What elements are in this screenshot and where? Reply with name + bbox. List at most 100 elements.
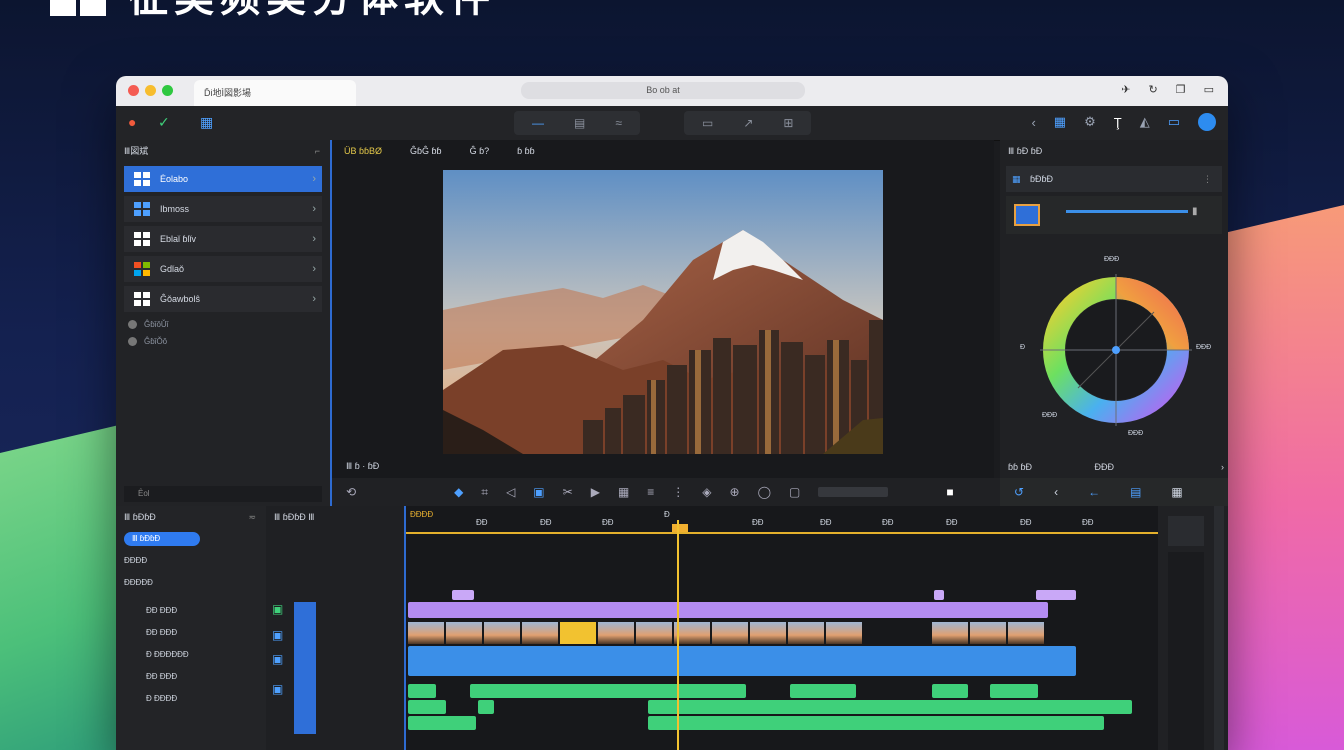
layers-icon[interactable]: ▤ — [1130, 485, 1141, 499]
undo-icon[interactable]: ← — [1088, 485, 1100, 499]
wave-tool-icon[interactable]: ≈ — [615, 116, 622, 130]
close-button[interactable] — [128, 85, 139, 96]
video-track-icon[interactable]: ▣ — [272, 602, 283, 616]
refresh-icon[interactable]: ↻ — [1149, 83, 1158, 96]
playhead[interactable] — [677, 520, 679, 750]
playhead-handle[interactable] — [672, 524, 688, 532]
music-clip[interactable] — [470, 684, 746, 698]
white-square-icon[interactable]: ■ — [946, 485, 953, 499]
title-clip[interactable] — [408, 602, 1048, 618]
inspector-row[interactable]: ▦ ɓĐɓĐ ⋮ — [1006, 166, 1222, 192]
music-clip[interactable] — [932, 684, 968, 698]
copy-icon[interactable]: ❐ — [1176, 83, 1186, 96]
media-row[interactable]: ĐĐ ĐĐĐ — [116, 622, 266, 644]
reset-icon[interactable]: ↺ — [1014, 485, 1024, 499]
music-clip[interactable] — [408, 684, 436, 698]
timeline-scrollbar[interactable] — [1214, 506, 1224, 750]
effects-icon[interactable]: ⚙ — [1084, 114, 1096, 130]
voice-clip[interactable] — [408, 716, 476, 730]
settings-icon[interactable]: ⊞ — [783, 116, 793, 130]
sfx-clip[interactable] — [648, 700, 1132, 714]
project-item-3[interactable]: Eblaǐ ɓlǐv › — [124, 226, 322, 252]
project-item-5[interactable]: Ĝǒawbolŝ › — [124, 286, 322, 312]
text-icon[interactable]: Ţ — [1114, 115, 1122, 130]
options-icon[interactable]: ⋮ — [1203, 166, 1212, 192]
chevron-right-icon[interactable]: › — [1221, 456, 1224, 478]
panel-icon[interactable]: ▭ — [1168, 114, 1180, 130]
project-subitem-1[interactable]: ĜɓǐǒǓǐ — [116, 316, 330, 333]
line-tool-icon[interactable]: — — [532, 116, 544, 130]
fullscreen-icon[interactable]: ▢ — [789, 485, 800, 499]
sfx-clip[interactable] — [408, 700, 446, 714]
color-icon[interactable]: ◭ — [1140, 114, 1150, 130]
record-icon[interactable]: ● — [128, 114, 136, 130]
minimize-icon[interactable]: ≂ — [248, 506, 256, 528]
tab-viewer-4[interactable]: ɓ ɓɓ — [517, 140, 535, 162]
browser-tab[interactable]: Ďi地Ì図影場 — [194, 80, 356, 106]
mini-thumbnail[interactable] — [1168, 516, 1204, 546]
layout-icon[interactable]: ▭ — [702, 116, 713, 130]
project-subitem-2[interactable]: ĜɓǐǑǒ — [116, 333, 330, 350]
scope-icon[interactable]: ▦ — [1171, 485, 1182, 499]
project-item-2[interactable]: Ibmoss › — [124, 196, 322, 222]
music-clip[interactable] — [990, 684, 1038, 698]
media-row[interactable]: ĐĐĐĐ — [116, 550, 266, 572]
audio-track-icon[interactable]: ▣ — [272, 652, 283, 666]
media-row[interactable]: ĐĐ ĐĐĐ — [116, 600, 266, 622]
music-clip[interactable] — [790, 684, 856, 698]
address-bar[interactable]: Bo ob at — [521, 82, 805, 99]
cut-icon[interactable]: ✂ — [563, 485, 573, 499]
snap-icon[interactable]: ◈ — [702, 485, 711, 499]
grid-view-icon[interactable]: ▦ — [618, 485, 629, 499]
project-panel-footer[interactable]: Ȇol — [124, 486, 322, 502]
crop-icon[interactable]: ⌗ — [481, 485, 488, 500]
project-item-1[interactable]: Ėolabo › — [124, 166, 322, 192]
media-row[interactable]: Đ ĐĐĐĐ — [116, 688, 266, 710]
title-marker[interactable] — [1036, 590, 1076, 600]
video-clip-2[interactable] — [932, 622, 1044, 644]
grid-icon[interactable]: ▦ — [200, 114, 213, 131]
rewind-icon[interactable]: ◁ — [506, 485, 515, 499]
sfx-clip[interactable] — [478, 700, 494, 714]
timeline-ruler[interactable]: ĐĐĐĐ ĐĐ ĐĐ ĐĐ Đ ĐĐ ĐĐ ĐĐ ĐĐ ĐĐ ĐĐ — [406, 506, 1158, 534]
frame-tool-icon[interactable]: ▤ — [574, 116, 585, 130]
export-icon[interactable]: ↗ — [743, 116, 753, 130]
back-icon[interactable]: ‹ — [1031, 115, 1035, 130]
audio-clip[interactable] — [408, 646, 1076, 676]
tab-viewer-1[interactable]: ÜB ɓɓBØ — [344, 140, 382, 162]
share-icon[interactable]: ✈ — [1121, 83, 1130, 96]
intensity-slider[interactable] — [1066, 210, 1188, 213]
chat-icon[interactable]: ◯ — [758, 485, 771, 499]
media-row[interactable]: Đ ĐĐĐĐĐĐ — [116, 644, 266, 666]
tab-viewer-3[interactable]: Ĝ ɓ? — [470, 140, 490, 162]
timeline[interactable]: ĐĐĐĐ ĐĐ ĐĐ ĐĐ Đ ĐĐ ĐĐ ĐĐ ĐĐ ĐĐ ĐĐ — [406, 506, 1158, 750]
split-icon[interactable]: ⋮ — [672, 485, 684, 499]
project-item-4[interactable]: Gdǐaǒ › — [124, 256, 322, 282]
audio-track-icon[interactable]: ▣ — [272, 682, 283, 696]
collapse-icon[interactable]: ⌐ — [315, 140, 320, 162]
minimize-button[interactable] — [145, 85, 156, 96]
media-row[interactable]: ĐĐĐĐĐ — [116, 572, 266, 594]
arrow-icon[interactable]: ‹ — [1054, 485, 1058, 499]
volume-slider[interactable] — [818, 487, 889, 497]
video-track-icon[interactable]: ▣ — [272, 628, 283, 642]
zoom-icon[interactable]: ⊕ — [730, 485, 740, 499]
media-bin-filter[interactable]: Ⅲ ɓĐɓĐ — [124, 532, 200, 546]
play-icon[interactable]: ▶ — [591, 485, 600, 499]
sidebar-icon[interactable]: ▭ — [1204, 83, 1214, 96]
tab-viewer-2[interactable]: ĜɓĜ ɓɓ — [410, 140, 442, 162]
list-icon[interactable]: ≡ — [647, 485, 654, 499]
frame-icon[interactable]: ▣ — [533, 485, 544, 499]
voice-clip[interactable] — [648, 716, 1104, 730]
title-marker[interactable] — [934, 590, 944, 600]
maximize-button[interactable] — [162, 85, 173, 96]
media-row[interactable]: ĐĐ ĐĐĐ — [116, 666, 266, 688]
video-clip-1[interactable] — [408, 622, 862, 644]
title-marker[interactable] — [452, 590, 474, 600]
color-wheel[interactable]: ĐĐĐ ĐĐĐ Đ ĐĐĐ ĐĐĐ — [1020, 256, 1211, 440]
check-icon[interactable]: ✓ — [158, 114, 170, 131]
marker-icon[interactable]: ◆ — [454, 485, 463, 499]
preview-image[interactable] — [443, 170, 883, 454]
account-icon[interactable] — [1198, 113, 1216, 131]
media-icon[interactable]: ▦ — [1054, 114, 1066, 130]
